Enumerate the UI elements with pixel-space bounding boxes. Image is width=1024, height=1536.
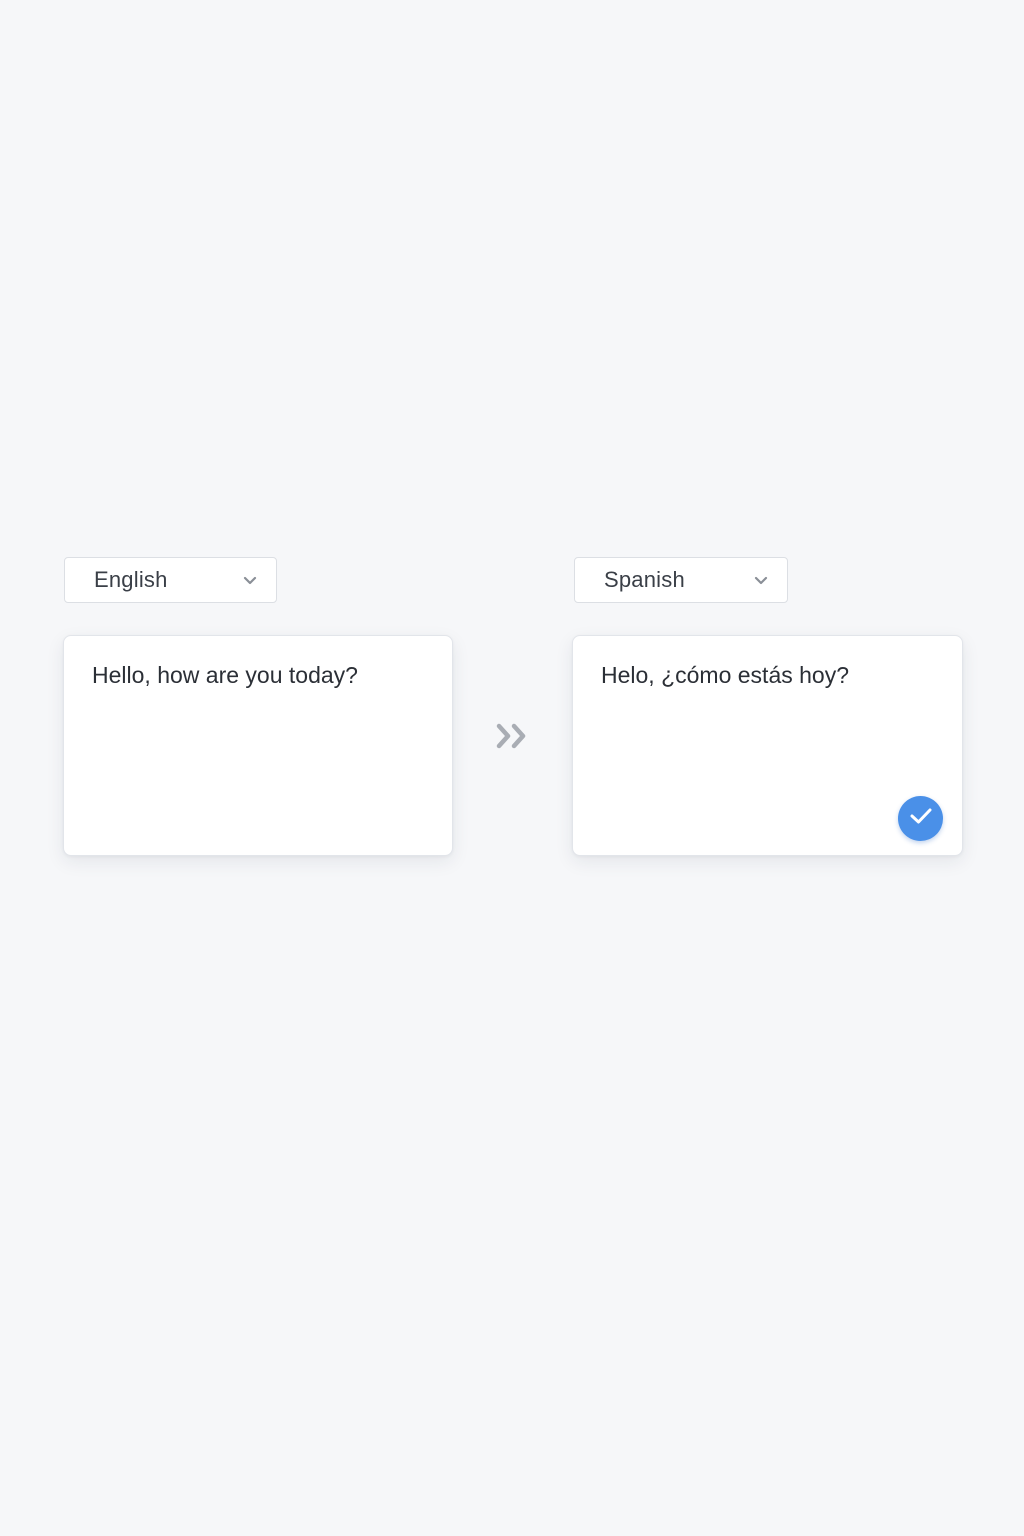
target-language-label: Spanish xyxy=(604,567,685,592)
translated-text: Helo, ¿cómo estás hoy? xyxy=(601,662,850,688)
chevron-down-icon xyxy=(242,572,258,588)
translate-direction-button[interactable] xyxy=(494,722,532,754)
translation-complete-badge xyxy=(898,796,943,841)
source-language-label: English xyxy=(94,567,168,592)
translated-text-area: Helo, ¿cómo estás hoy? xyxy=(572,635,963,856)
double-chevron-right-icon xyxy=(495,721,531,756)
target-language-select[interactable]: Spanish xyxy=(574,557,788,603)
translator-view: English Spanish Hello, how are you today… xyxy=(0,0,1024,1536)
source-text: Hello, how are you today? xyxy=(92,662,358,688)
checkmark-icon xyxy=(909,806,933,831)
source-language-select[interactable]: English xyxy=(64,557,277,603)
chevron-down-icon xyxy=(753,572,769,588)
source-text-area[interactable]: Hello, how are you today? xyxy=(63,635,453,856)
